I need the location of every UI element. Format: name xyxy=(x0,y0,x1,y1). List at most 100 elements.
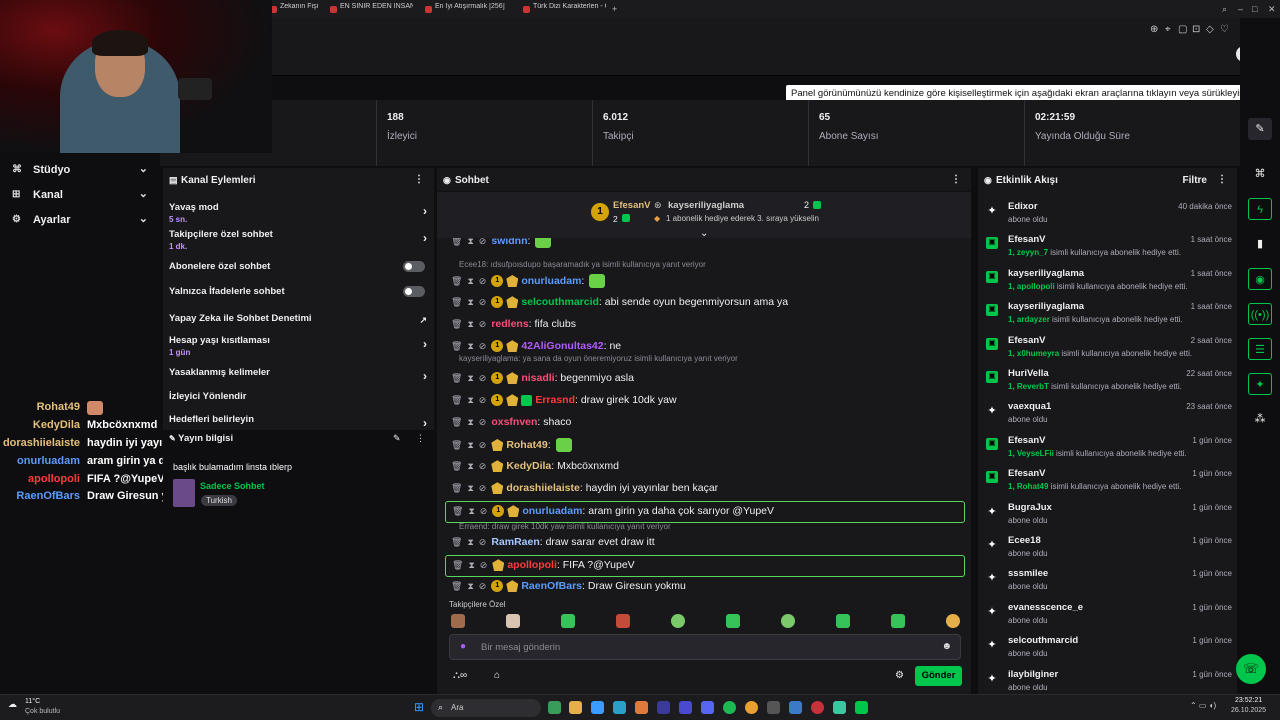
pencil-icon[interactable]: ✎ xyxy=(1248,118,1272,140)
emote-icon[interactable] xyxy=(946,614,960,628)
ban-icon[interactable]: ⊘ xyxy=(479,440,487,450)
delete-icon[interactable]: 🗑 xyxy=(452,560,463,570)
discord-icon[interactable] xyxy=(701,701,714,714)
action-followers-only[interactable]: Takipçilere özel sohbet 1 dk. › xyxy=(169,229,431,251)
stream-category[interactable]: Sadece Sohbet xyxy=(200,481,265,491)
more-icon[interactable]: ⋮ xyxy=(951,174,961,185)
chat-username[interactable]: apollopoli xyxy=(507,559,557,571)
chat-message-highlighted[interactable]: 🗑 ⧗ ⊘ apollopoli: FIFA ?@YupeV xyxy=(445,555,965,577)
app-icon[interactable] xyxy=(635,701,648,714)
filter-button[interactable]: Filtre xyxy=(1183,175,1207,186)
activity-event[interactable]: ▣ EfesanV 1 saat önce 1, zeyyn_7 isimli kul… xyxy=(984,233,1232,265)
chat-message[interactable]: 🗑 ⧗ ⊘ redlens: fifa clubs xyxy=(451,318,966,336)
activity-event[interactable]: ▣ kayseriliyaglama 1 saat önce 1, apollopol… xyxy=(984,267,1232,299)
timeout-icon[interactable]: ⧗ xyxy=(467,581,473,591)
activity-event[interactable]: ✦ ilaybilginer 1 gün önce abone oldu xyxy=(984,668,1232,694)
chat-username[interactable]: Rohat49 xyxy=(506,439,547,451)
delete-icon[interactable]: 🗑 xyxy=(451,537,462,547)
timeout-icon[interactable]: ⧗ xyxy=(467,297,473,307)
help-button[interactable]: ☏ xyxy=(1236,654,1266,684)
app-icon[interactable] xyxy=(679,701,692,714)
shield-icon[interactable]: ◇ xyxy=(1206,24,1214,35)
emote-icon[interactable] xyxy=(561,614,575,628)
timeout-icon[interactable]: ⧗ xyxy=(467,395,473,405)
chat-username[interactable]: selcouthmarcid xyxy=(521,296,599,308)
app-icon[interactable] xyxy=(789,701,802,714)
event-username[interactable]: selcouthmarcid xyxy=(1008,635,1078,646)
chat-message[interactable]: 🗑 ⧗ ⊘ swidnn: xyxy=(451,238,966,252)
chat-username[interactable]: swidnn xyxy=(491,238,527,247)
event-username[interactable]: kayseriliyaglama xyxy=(1008,268,1084,279)
delete-icon[interactable]: 🗑 xyxy=(451,483,462,493)
chat-username[interactable]: nisadli xyxy=(521,372,554,384)
browser-tab[interactable]: Türk Dizi Karakterleri - G xyxy=(521,3,606,16)
event-username[interactable]: evanesscence_e xyxy=(1008,602,1083,613)
chat-username[interactable]: Errasnd xyxy=(535,394,575,406)
chat-username[interactable]: dorashiielaiste xyxy=(506,482,580,494)
delete-icon[interactable]: 🗑 xyxy=(451,373,462,383)
action-goals[interactable]: Hedefleri belirleyin › xyxy=(169,414,431,430)
edit-icon[interactable]: ✎ xyxy=(393,433,401,444)
timeout-icon[interactable]: ⧗ xyxy=(467,440,473,450)
ban-icon[interactable]: ⊘ xyxy=(479,581,487,591)
ban-icon[interactable]: ⊘ xyxy=(479,319,487,329)
ban-icon[interactable]: ⊘ xyxy=(480,560,488,570)
zoom-icon[interactable]: ⊕ xyxy=(1150,24,1158,35)
app-icon[interactable] xyxy=(811,701,824,714)
nav-settings[interactable]: ⚙ Ayarlar ⌄ xyxy=(12,211,152,231)
delete-icon[interactable]: 🗑 xyxy=(451,276,462,286)
chat-username[interactable]: onurluadam xyxy=(521,275,581,287)
chat-message[interactable]: 🗑 ⧗ ⊘ Rohat49: xyxy=(451,438,966,456)
emote-icon[interactable] xyxy=(671,614,685,628)
action-raid[interactable]: İzleyici Yönlendir xyxy=(169,391,431,402)
chat-message[interactable]: 🗑 ⧗ ⊘ oxsfnven: shaco xyxy=(451,416,966,434)
chrome-icon[interactable] xyxy=(745,701,758,714)
ban-icon[interactable]: ⊘ xyxy=(479,341,487,351)
timeout-icon[interactable]: ⧗ xyxy=(467,417,473,427)
chat-username[interactable]: redlens xyxy=(491,318,528,330)
event-username[interactable]: EfesanV xyxy=(1008,468,1046,479)
delete-icon[interactable]: 🗑 xyxy=(451,440,462,450)
document-icon[interactable]: ▮ xyxy=(1248,233,1272,255)
timeout-icon[interactable]: ⧗ xyxy=(467,238,473,246)
more-icon[interactable]: ⋮ xyxy=(1217,174,1227,185)
minimize-icon[interactable]: – xyxy=(1238,4,1243,14)
emote-icon[interactable] xyxy=(836,614,850,628)
action-slow-mode[interactable]: Yavaş mod 5 sn. › xyxy=(169,202,431,224)
action-subscribers-only[interactable]: Abonelere özel sohbet xyxy=(169,261,431,272)
emote-icon[interactable] xyxy=(506,614,520,628)
browser-tab[interactable]: EN SİNİR EDEN İNSAN Tİ xyxy=(328,3,413,16)
delete-icon[interactable]: 🗑 xyxy=(451,461,462,471)
taskbar-search[interactable]: ⌕ Ara xyxy=(431,699,541,717)
timeout-icon[interactable]: ⧗ xyxy=(467,373,473,383)
plugin-icon[interactable]: ⁂ xyxy=(1248,408,1272,430)
delete-icon[interactable]: 🗑 xyxy=(451,297,462,307)
delete-icon[interactable]: 🗑 xyxy=(451,581,462,591)
close-icon[interactable]: ✕ xyxy=(1268,4,1276,15)
maximize-icon[interactable]: □ xyxy=(1252,4,1257,14)
activity-event[interactable]: ✦ BugraJux 1 gün önce abone oldu xyxy=(984,501,1232,533)
window-icon[interactable]: ▢ xyxy=(1178,24,1187,35)
edge-icon[interactable] xyxy=(613,701,626,714)
ban-icon[interactable]: ⊘ xyxy=(479,537,487,547)
event-username[interactable]: Ecee18 xyxy=(1008,535,1041,546)
chat-username[interactable]: oxsfnven xyxy=(491,416,537,428)
ban-icon[interactable]: ⊘ xyxy=(479,461,487,471)
subscribers-only-toggle[interactable] xyxy=(403,261,425,272)
ban-icon[interactable]: ⊘ xyxy=(479,483,487,493)
delete-icon[interactable]: 🗑 xyxy=(451,395,462,405)
action-ai-moderation[interactable]: Yapay Zeka ile Sohbet Denetimi ↗ xyxy=(169,313,431,325)
emoji-icon[interactable]: ☻ xyxy=(941,641,952,652)
app-icon[interactable] xyxy=(548,701,561,714)
activity-event[interactable]: ▣ HuriVella 22 saat önce 1, ReverbT isimli … xyxy=(984,367,1232,399)
ban-icon[interactable]: ⊘ xyxy=(479,417,487,427)
action-account-age[interactable]: Hesap yaşı kısıtlaması 1 gün › xyxy=(169,335,431,357)
nav-channel[interactable]: ⊞ Kanal ⌄ xyxy=(12,186,152,206)
delete-icon[interactable]: 🗑 xyxy=(451,341,462,351)
event-username[interactable]: EfesanV xyxy=(1008,234,1046,245)
chat-message[interactable]: 🗑 ⧗ ⊘ dorashiielaiste: haydin iyi yayınlar … xyxy=(451,482,966,500)
app-icon[interactable] xyxy=(767,701,780,714)
store-icon[interactable]: ⌂ xyxy=(494,670,500,681)
lightning-icon[interactable]: ϟ xyxy=(1248,198,1272,220)
activity-event[interactable]: ▣ EfesanV 1 gün önce 1, Rohat49 isimli kull… xyxy=(984,467,1232,499)
